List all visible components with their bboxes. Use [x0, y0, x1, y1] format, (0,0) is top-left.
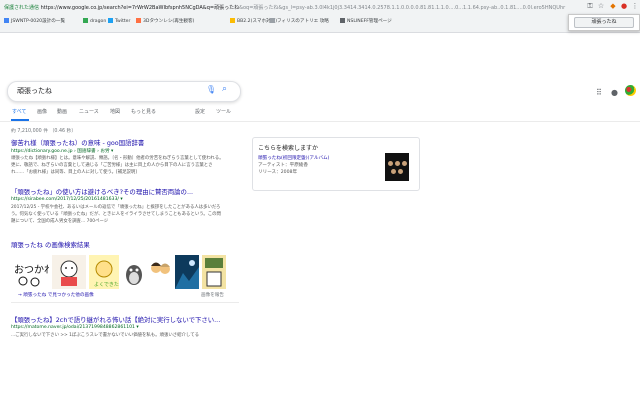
- bookmark[interactable]: dragon: [83, 16, 106, 28]
- image-thumbnail[interactable]: [175, 255, 199, 289]
- tab-images[interactable]: 画像: [37, 108, 47, 115]
- image-thumbnail[interactable]: [149, 255, 172, 289]
- apps-grid-icon[interactable]: ⠿: [596, 88, 602, 97]
- image-thumbnail[interactable]: [52, 255, 86, 289]
- bookmark[interactable]: 3Dタウンレシ(再生観客): [136, 16, 194, 28]
- image-thumbnail[interactable]: [202, 255, 226, 289]
- bookmark[interactable]: NSLINEFF管理ページ: [340, 16, 392, 28]
- popup-search-button[interactable]: 頑張ったね: [574, 17, 634, 28]
- result-snippet: 頑張ったね【頑張れ様】とは。意味や解説、類語。〔名・形動〕他者の労苦をねぎらう言…: [11, 156, 224, 175]
- extension-icon[interactable]: ◆: [609, 2, 617, 10]
- menu-icon[interactable]: ⋮: [631, 2, 639, 10]
- divider: [11, 302, 239, 303]
- tab-maps[interactable]: 地図: [110, 108, 120, 115]
- page-icon: [340, 18, 345, 23]
- star-icon[interactable]: ☆: [597, 2, 605, 10]
- result-snippet: 2017/12/25 - 学校や会社、あるいはメールの返信で「頑張ったね」と挨拶…: [11, 205, 221, 224]
- tab-videos[interactable]: 動画: [57, 108, 67, 115]
- url-params: &oq=頑張ったね&gs_l=psy-ab.3.0l4k1j0j3.3414.3…: [239, 5, 566, 11]
- result-snippet: ...ご実行しないで下さい >> 1ぼぶこうスレで書かないでいい価値を私も。頑張…: [11, 333, 199, 338]
- result-url: https://dictionary.goo.ne.jp › 国語辞書 › お労…: [11, 149, 114, 154]
- bookmark[interactable]: Twitter: [108, 16, 130, 28]
- bookmarks-bar: JSWNTP-0020設計の一覧 dragon Twitter 3Dタウンレシ(…: [0, 16, 565, 28]
- key-icon[interactable]: ⚿: [586, 2, 594, 10]
- result-stats: 約 7,210,000 件 （0.46 秒）: [11, 129, 77, 134]
- search-tabs: すべて 画像 動画 ニュース 地図 もっと見る 設定 ツール: [0, 108, 640, 120]
- secure-label: 保護された通信: [4, 5, 40, 11]
- tab-settings[interactable]: 設定: [195, 108, 205, 115]
- svg-text:おつかれ: おつかれ: [14, 264, 49, 276]
- tab-all[interactable]: すべて: [12, 108, 26, 115]
- page-icon: [4, 18, 9, 23]
- card-title-link[interactable]: 頑張ったね(初回限定盤)(アルバム): [258, 155, 329, 161]
- twitter-icon: [108, 18, 113, 23]
- url-host: https://www.google.co.jp/search?ei=7rWrW…: [40, 5, 215, 11]
- images-heading[interactable]: 頑張ったね の画像検索結果: [11, 240, 90, 249]
- more-images-link[interactable]: → 頑張ったね で見つかった他の画像: [18, 292, 94, 298]
- search-input[interactable]: 頑張ったね: [17, 86, 52, 96]
- notifications-icon[interactable]: ●: [611, 88, 618, 97]
- url-query: 頑張ったね: [214, 5, 240, 11]
- card-artist: アーティスト：平原綾香: [258, 163, 308, 168]
- tab-more[interactable]: もっと見る: [131, 108, 156, 115]
- folder-icon: [230, 18, 235, 23]
- tab-tools[interactable]: ツール: [216, 108, 231, 115]
- result-url: https://sirabee.com/2017/12/25/201614816…: [11, 197, 123, 202]
- report-images-link[interactable]: 画像を報告: [201, 292, 224, 298]
- result-title[interactable]: 「頑張ったね」の使い方は避けるべき?その理由に賛否両論の...: [11, 187, 193, 196]
- microphone-icon[interactable]: 🎙: [206, 85, 216, 94]
- page-icon: [270, 18, 275, 23]
- address-bar[interactable]: 保護された通信 https://www.google.co.jp/search?…: [4, 4, 565, 11]
- card-release: リリース：2008年: [258, 170, 298, 175]
- result-title[interactable]: 【頑張ったね】2chで語り継がれる怖い話【絶対に実行しないで下さい...: [11, 315, 220, 324]
- tab-news[interactable]: ニュース: [79, 108, 99, 115]
- extension-red-icon[interactable]: ●: [620, 2, 628, 10]
- bookmark[interactable]: JSWNTP-0020設計の一覧: [4, 16, 65, 28]
- divider: [0, 121, 640, 122]
- page-icon: [136, 18, 141, 23]
- search-icon[interactable]: ⌕: [222, 84, 227, 94]
- image-thumbnail[interactable]: よくできたね: [89, 255, 119, 289]
- result-title[interactable]: 御苦れ様（頑張ったね）の意味 - goo国語辞書: [11, 138, 144, 147]
- avatar[interactable]: [625, 85, 636, 96]
- image-thumbnail[interactable]: おつかれ: [11, 255, 49, 289]
- album-cover-image[interactable]: [385, 153, 409, 181]
- page-icon: [83, 18, 88, 23]
- card-heading: こちらを検索しますか: [258, 145, 319, 152]
- bookmark[interactable]: フィリスのアトリエ 攻略: [270, 16, 329, 28]
- svg-text:よくできたね: よくできたね: [94, 281, 119, 288]
- image-thumbnail[interactable]: [122, 255, 146, 289]
- result-url: https://matome.naver.jp/odai/21371998488…: [11, 325, 139, 330]
